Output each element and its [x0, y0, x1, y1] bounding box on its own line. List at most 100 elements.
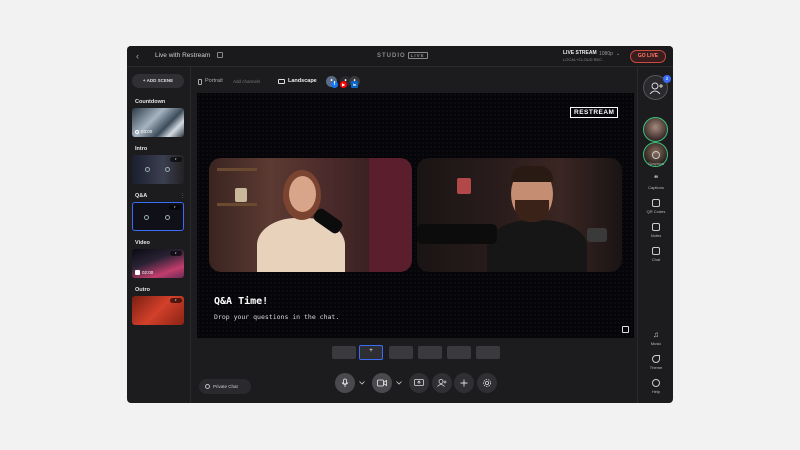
scene-thumb-countdown[interactable]: 03:00 [132, 108, 184, 137]
scene-label-countdown: Countdown [135, 99, 166, 105]
chat-icon [205, 384, 210, 389]
go-live-button[interactable]: GO LIVE [630, 50, 666, 63]
private-chat-label: Private Chat [213, 384, 238, 389]
more-options-icon[interactable]: ⋮ [180, 193, 185, 199]
layout-option[interactable] [418, 346, 442, 359]
mic-button[interactable] [335, 373, 355, 393]
stream-canvas[interactable]: RESTREAM Q&A Time! Drop your questions i… [197, 93, 634, 338]
shelf [217, 203, 257, 206]
shelf [217, 168, 257, 171]
scene-badge: ◐ [170, 157, 182, 162]
background-wall [369, 158, 412, 272]
decor-object [235, 188, 247, 202]
layout-option[interactable] [447, 346, 471, 359]
share-screen-button[interactable] [409, 373, 429, 393]
notes-icon [652, 223, 660, 231]
studio-window: ‹ Live with Restream STUDIO LIVE LIVE STR… [127, 46, 673, 403]
camera-feed-2[interactable] [417, 158, 622, 272]
private-chat-button[interactable]: Private Chat [199, 379, 251, 394]
facebook-icon: f [331, 81, 338, 88]
scene-thumb-qa[interactable]: ◐ [132, 202, 184, 231]
brand-logo: RESTREAM [570, 107, 619, 118]
layout-option[interactable] [476, 346, 500, 359]
brush-icon [652, 355, 660, 363]
plus-icon: + [369, 348, 373, 354]
youtube-icon: ▶ [340, 81, 347, 88]
participant-avatar-host[interactable] [643, 117, 668, 142]
layout-option[interactable] [389, 346, 413, 359]
chat-bubble-icon [652, 247, 660, 255]
scene-badge: ◐ [170, 298, 182, 303]
scene-label-qa: Q&A [135, 193, 148, 199]
person-icon [144, 215, 149, 220]
back-arrow-icon[interactable]: ‹ [136, 51, 139, 61]
camera-options-chevron-icon[interactable] [393, 373, 405, 393]
portrait-icon[interactable] [198, 79, 202, 85]
countdown-time: 03:00 [141, 129, 153, 134]
scene-thumb-video[interactable]: ◐ 02:00 [132, 249, 184, 278]
host-face [289, 176, 316, 212]
clock-icon [135, 130, 139, 134]
portrait-tab[interactable]: Portrait [205, 78, 223, 84]
rail-captions[interactable]: ❝ Captions [638, 175, 673, 191]
landscape-tab[interactable]: Landscape [288, 78, 317, 84]
studio-logo: STUDIO LIVE [377, 52, 428, 59]
video-duration: 02:00 [142, 270, 154, 275]
scene-thumb-outro[interactable]: ◐ [132, 296, 184, 325]
camera-button[interactable] [372, 373, 392, 393]
scene-sidebar: + ADD SCENE Countdown 03:00 Intro ◐ Q&A … [127, 67, 191, 403]
live-stream-label: LIVE STREAM [563, 50, 597, 56]
scene-label-video: Video [135, 240, 150, 246]
fullscreen-icon[interactable] [622, 326, 629, 333]
camera-icon [377, 379, 387, 387]
plus-icon [460, 379, 468, 387]
add-channels-link[interactable]: Add channels [233, 79, 260, 84]
quality-label[interactable]: 1080p [599, 51, 613, 57]
palette-icon [652, 151, 660, 159]
decor-object [587, 228, 607, 242]
rail-graphics[interactable]: Graphics [638, 151, 673, 166]
screen-share-icon [414, 379, 424, 386]
linkedin-icon: in [351, 81, 358, 88]
landscape-icon[interactable] [278, 79, 285, 84]
studio-live-badge: LIVE [407, 52, 428, 59]
caption-subtitle: Drop your questions in the chat. [214, 313, 340, 321]
video-icon [135, 270, 140, 275]
microphone [417, 224, 497, 244]
help-icon [652, 379, 660, 387]
scene-label-outro: Outro [135, 287, 150, 293]
layout-option[interactable] [332, 346, 356, 359]
rail-help[interactable]: Help [638, 379, 673, 394]
add-button[interactable] [454, 373, 474, 393]
mic-icon [341, 378, 349, 387]
person-icon [165, 215, 170, 220]
person-icon [145, 167, 150, 172]
camera-feed-1[interactable] [209, 158, 412, 272]
chevron-down-icon[interactable]: ⌄ [616, 51, 620, 57]
rail-chat[interactable]: Chat [638, 247, 673, 262]
guest-beard [515, 200, 549, 222]
gear-icon [483, 379, 491, 387]
rail-theme[interactable]: Theme [638, 355, 673, 370]
decor-object [457, 178, 471, 194]
scene-thumb-intro[interactable]: ◐ [132, 155, 184, 184]
add-person-icon [437, 379, 447, 387]
calendar-icon[interactable] [217, 52, 223, 58]
mic-options-chevron-icon[interactable] [356, 373, 368, 393]
notification-badge: 2 [663, 75, 671, 83]
recording-mode-label: LOCAL+CLOUD REC. [563, 57, 604, 62]
qr-code-icon [652, 199, 660, 207]
rail-music[interactable]: ♫ Music [638, 331, 673, 347]
guest-hair [511, 166, 553, 182]
guest-body [487, 220, 587, 272]
layout-option-active[interactable]: + [359, 345, 383, 360]
rail-notes[interactable]: Notes [638, 223, 673, 238]
invite-guest-button[interactable] [432, 373, 452, 393]
scene-badge: ◐ [170, 251, 182, 256]
add-scene-button[interactable]: + ADD SCENE [132, 74, 184, 88]
scene-badge: ◐ [169, 205, 181, 210]
person-icon [165, 167, 170, 172]
rail-qr-codes[interactable]: QR Codes [638, 199, 673, 214]
stream-title: Live with Restream [155, 52, 211, 59]
settings-button[interactable] [477, 373, 497, 393]
